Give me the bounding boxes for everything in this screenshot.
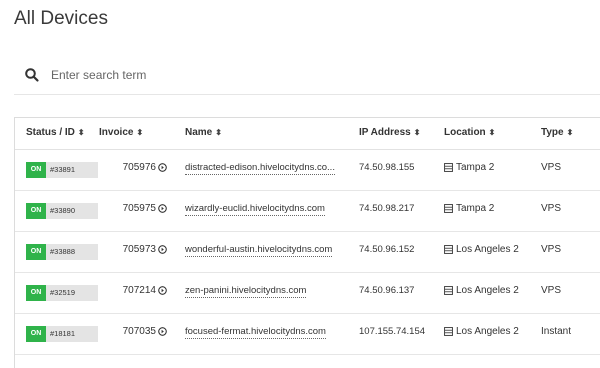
invoice-cell[interactable]: 705973 <box>123 244 167 255</box>
status-on-label: ON <box>26 285 46 301</box>
server-icon <box>444 286 453 295</box>
status-on-label: ON <box>26 326 46 342</box>
location-label: Los Angeles 2 <box>456 285 519 296</box>
location-cell: Los Angeles 2 <box>444 326 519 337</box>
invoice-cell[interactable]: 705976 <box>123 162 167 173</box>
location-label: Tampa 2 <box>456 203 495 214</box>
status-badge: ON #32519 <box>26 285 98 301</box>
device-type: VPS <box>541 285 562 296</box>
device-id: #33888 <box>46 244 98 260</box>
arrow-circle-right-icon[interactable] <box>158 327 167 336</box>
table-row[interactable]: ON #33891 705976 distracted-edison.hivel… <box>15 149 600 191</box>
invoice-number: 707035 <box>122 326 156 337</box>
status-on-label: ON <box>26 203 46 219</box>
search-input[interactable] <box>51 64 451 86</box>
column-header-location[interactable]: Location ⬍ <box>444 127 495 138</box>
status-on-label: ON <box>26 244 46 260</box>
invoice-number: 705973 <box>122 244 156 255</box>
invoice-number: 705976 <box>122 162 156 173</box>
status-badge: ON #18181 <box>26 326 98 342</box>
invoice-number: 705975 <box>122 203 156 214</box>
ip-address: 74.50.96.137 <box>359 285 415 296</box>
invoice-cell[interactable]: 705975 <box>123 203 167 214</box>
server-icon <box>444 245 453 254</box>
device-type: VPS <box>541 162 562 173</box>
ip-address: 74.50.98.217 <box>359 203 415 214</box>
device-name-link[interactable]: zen-panini.hivelocitydns.com <box>185 285 307 298</box>
location-label: Los Angeles 2 <box>456 326 519 337</box>
device-name-link[interactable]: wizardly-euclid.hivelocitydns.com <box>185 203 325 216</box>
location-label: Los Angeles 2 <box>456 244 519 255</box>
location-label: Tampa 2 <box>456 162 495 173</box>
device-name-link[interactable]: focused-fermat.hivelocitydns.com <box>185 326 326 339</box>
status-badge: ON #33890 <box>26 203 98 219</box>
search-icon[interactable] <box>24 67 40 83</box>
status-badge: ON #33888 <box>26 244 98 260</box>
sort-icon: ⬍ <box>566 128 574 137</box>
device-id: #33890 <box>46 203 98 219</box>
search-bar <box>14 58 600 95</box>
table-row[interactable]: ON #33888 705973 wonderful-austin.hivelo… <box>15 231 600 273</box>
invoice-number: 707214 <box>122 285 156 296</box>
invoice-cell[interactable]: 707214 <box>123 285 167 296</box>
arrow-circle-right-icon[interactable] <box>158 204 167 213</box>
invoice-cell[interactable]: 707035 <box>123 326 167 337</box>
column-header-type[interactable]: Type ⬍ <box>541 127 573 138</box>
ip-address: 74.50.98.155 <box>359 162 415 173</box>
column-header-status[interactable]: Status / ID ⬍ <box>26 127 85 138</box>
table-row[interactable]: ON #18181 707035 focused-fermat.hiveloci… <box>15 313 600 355</box>
status-on-label: ON <box>26 162 46 178</box>
location-cell: Tampa 2 <box>444 162 494 173</box>
table-row[interactable]: ON #32519 707214 zen-panini.hivelocitydn… <box>15 272 600 314</box>
sort-icon: ⬍ <box>215 128 222 137</box>
column-header-invoice[interactable]: Invoice ⬍ <box>99 127 143 138</box>
ip-address: 107.155.74.154 <box>359 326 426 337</box>
server-icon <box>444 204 453 213</box>
devices-table: Status / ID ⬍ Invoice ⬍ Name ⬍ IP Address ⬍ … <box>14 117 600 368</box>
sort-icon: ⬍ <box>77 128 85 137</box>
server-icon <box>444 163 453 172</box>
server-icon <box>444 327 453 336</box>
device-type: VPS <box>541 203 562 214</box>
page-title: All Devices <box>14 8 108 29</box>
sort-icon: ⬍ <box>488 128 496 137</box>
table-row[interactable]: ON #33890 705975 wizardly-euclid.hiveloc… <box>15 190 600 232</box>
ip-address: 74.50.96.152 <box>359 244 415 255</box>
device-id: #32519 <box>46 285 98 301</box>
device-name-link[interactable]: wonderful-austin.hivelocitydns.com <box>185 244 333 257</box>
device-id: #18181 <box>46 326 98 342</box>
location-cell: Los Angeles 2 <box>444 285 519 296</box>
sort-icon: ⬍ <box>136 128 144 137</box>
location-cell: Tampa 2 <box>444 203 494 214</box>
device-name-link[interactable]: distracted-edison.hivelocitydns.co... <box>185 162 335 175</box>
arrow-circle-right-icon[interactable] <box>158 163 167 172</box>
device-type: VPS <box>541 244 562 255</box>
sort-icon: ⬍ <box>413 128 421 137</box>
column-header-name[interactable]: Name ⬍ <box>185 127 222 138</box>
device-id: #33891 <box>46 162 98 178</box>
column-header-ip[interactable]: IP Address ⬍ <box>359 127 420 138</box>
status-badge: ON #33891 <box>26 162 98 178</box>
location-cell: Los Angeles 2 <box>444 244 519 255</box>
table-header: Status / ID ⬍ Invoice ⬍ Name ⬍ IP Address ⬍ … <box>15 118 600 150</box>
arrow-circle-right-icon[interactable] <box>158 245 167 254</box>
device-type: Instant <box>541 326 572 337</box>
arrow-circle-right-icon[interactable] <box>158 286 167 295</box>
